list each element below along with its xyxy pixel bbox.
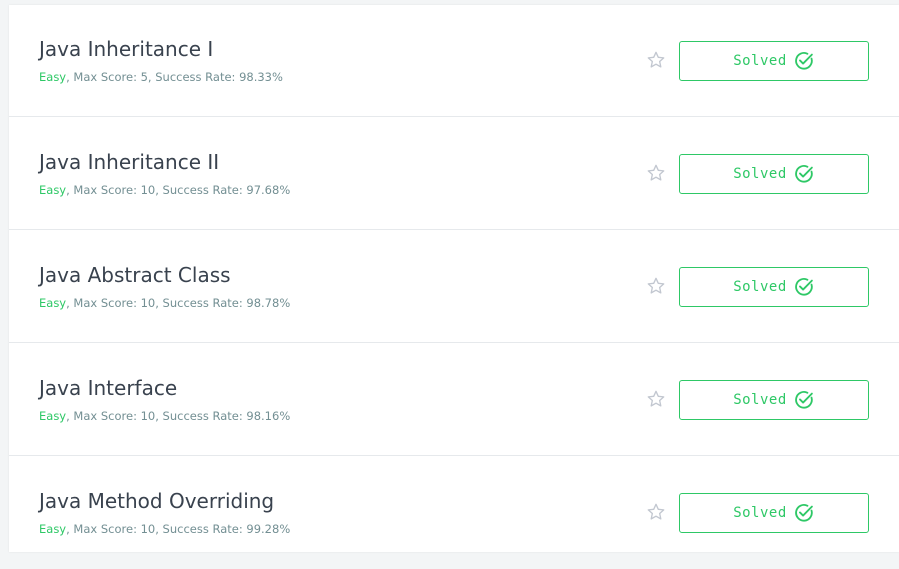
difficulty-label: Easy	[39, 183, 67, 197]
challenge-details: , Max Score: 10, Success Rate: 98.78%	[66, 296, 291, 310]
difficulty-label: Easy	[39, 296, 67, 310]
challenge-details: , Max Score: 10, Success Rate: 99.28%	[66, 522, 291, 536]
solved-button[interactable]: Solved	[679, 41, 869, 81]
check-circle-icon	[794, 52, 813, 70]
check-circle-icon	[794, 278, 813, 296]
star-icon[interactable]	[646, 163, 666, 183]
difficulty-label: Easy	[39, 70, 67, 84]
challenge-card: Java Abstract Class Easy, Max Score: 10,…	[9, 231, 899, 343]
solved-label: Solved	[733, 279, 787, 295]
challenge-meta: Easy, Max Score: 5, Success Rate: 98.33%	[39, 70, 283, 84]
solved-label: Solved	[733, 166, 787, 182]
challenge-title[interactable]: Java Interface	[39, 376, 177, 400]
solved-button[interactable]: Solved	[679, 267, 869, 307]
solved-button[interactable]: Solved	[679, 380, 869, 420]
challenge-title[interactable]: Java Inheritance II	[39, 150, 219, 174]
solved-button[interactable]: Solved	[679, 493, 869, 533]
challenge-meta: Easy, Max Score: 10, Success Rate: 98.78…	[39, 296, 290, 310]
star-icon[interactable]	[646, 389, 666, 409]
challenge-meta: Easy, Max Score: 10, Success Rate: 99.28…	[39, 522, 290, 536]
solved-label: Solved	[733, 53, 787, 69]
solved-button[interactable]: Solved	[679, 154, 869, 194]
solved-label: Solved	[733, 505, 787, 521]
challenge-meta: Easy, Max Score: 10, Success Rate: 97.68…	[39, 183, 290, 197]
check-circle-icon	[794, 165, 813, 183]
check-circle-icon	[794, 504, 813, 522]
challenge-card: Java Inheritance II Easy, Max Score: 10,…	[9, 118, 899, 230]
check-circle-icon	[794, 391, 813, 409]
challenge-title[interactable]: Java Inheritance I	[39, 37, 213, 61]
solved-label: Solved	[733, 392, 787, 408]
star-icon[interactable]	[646, 50, 666, 70]
challenge-title[interactable]: Java Method Overriding	[39, 489, 274, 513]
star-icon[interactable]	[646, 502, 666, 522]
challenge-card: Java Interface Easy, Max Score: 10, Succ…	[9, 344, 899, 456]
challenge-details: , Max Score: 10, Success Rate: 98.16%	[66, 409, 291, 423]
challenge-title[interactable]: Java Abstract Class	[39, 263, 231, 287]
challenge-meta: Easy, Max Score: 10, Success Rate: 98.16…	[39, 409, 290, 423]
challenge-card: Java Method Overriding Easy, Max Score: …	[9, 457, 899, 569]
challenge-details: , Max Score: 5, Success Rate: 98.33%	[66, 70, 283, 84]
challenge-details: , Max Score: 10, Success Rate: 97.68%	[66, 183, 291, 197]
star-icon[interactable]	[646, 276, 666, 296]
challenge-list: Java Inheritance I Easy, Max Score: 5, S…	[9, 5, 899, 552]
challenge-card: Java Inheritance I Easy, Max Score: 5, S…	[9, 5, 899, 117]
difficulty-label: Easy	[39, 522, 67, 536]
difficulty-label: Easy	[39, 409, 67, 423]
